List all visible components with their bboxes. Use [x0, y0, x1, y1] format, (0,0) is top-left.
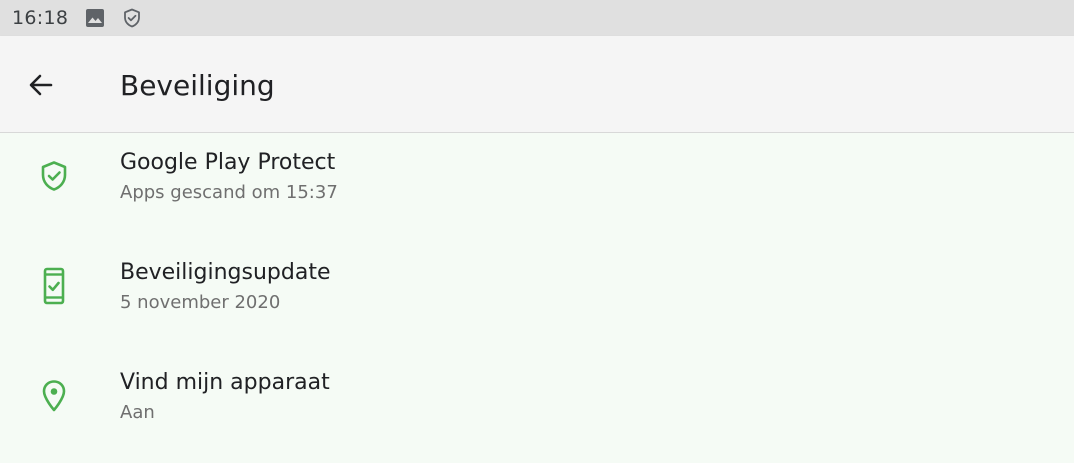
status-bar: 16:18	[0, 0, 1074, 36]
arrow-back-icon	[27, 71, 55, 99]
status-time: 16:18	[12, 7, 69, 29]
image-icon	[85, 8, 105, 28]
app-bar: Beveiliging	[0, 36, 1074, 133]
list-item-vind-mijn-apparaat[interactable]: Vind mijn apparaat Aan	[0, 353, 1074, 463]
list-item-beveiligingsupdate[interactable]: Beveiligingsupdate 5 november 2020	[0, 243, 1074, 353]
item-title: Vind mijn apparaat	[120, 370, 330, 395]
shield-check-icon	[122, 8, 142, 28]
settings-list: Google Play Protect Apps gescand om 15:3…	[0, 133, 1074, 461]
phone-check-icon	[36, 267, 72, 305]
item-title: Beveiligingsupdate	[120, 260, 331, 285]
back-button[interactable]	[20, 64, 62, 106]
item-subtitle: 5 november 2020	[120, 292, 281, 313]
list-item-google-play-protect[interactable]: Google Play Protect Apps gescand om 15:3…	[0, 133, 1074, 243]
item-title: Google Play Protect	[120, 150, 336, 175]
shield-check-icon	[36, 158, 72, 194]
item-subtitle: Aan	[120, 402, 155, 423]
location-pin-icon	[36, 378, 72, 414]
page-title: Beveiliging	[120, 69, 275, 102]
item-subtitle: Apps gescand om 15:37	[120, 182, 338, 203]
